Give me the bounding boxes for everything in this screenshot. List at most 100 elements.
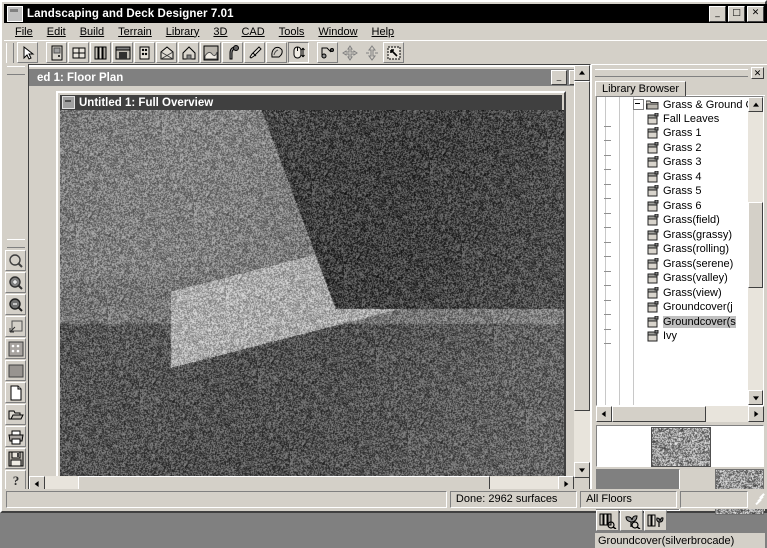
- menu-tools[interactable]: Tools: [272, 25, 312, 39]
- electrical-tool-button[interactable]: [134, 42, 155, 63]
- window-tool-button[interactable]: [68, 42, 89, 63]
- menu-build[interactable]: Build: [73, 25, 111, 39]
- mouse-orbit-tool-button[interactable]: [288, 42, 309, 63]
- library-tree-item[interactable]: Grass(field): [597, 213, 748, 228]
- select-region-tool-button[interactable]: [383, 42, 404, 63]
- vertical-scroll-thumb[interactable]: [574, 81, 590, 411]
- view-toolbar-grip[interactable]: [7, 66, 25, 75]
- zoom-in-tool-button[interactable]: [5, 272, 26, 293]
- library-tree-item-label: Fall Leaves: [663, 113, 719, 125]
- library-tree-root[interactable]: Grass & Ground C◂: [597, 97, 748, 112]
- library-tree-item[interactable]: Groundcover(s: [597, 315, 748, 330]
- mdi-client-area: ed 1: Floor Plan _ □ Untitled 1: Full Ov…: [28, 64, 591, 493]
- menu-cad[interactable]: CAD: [234, 25, 271, 39]
- scroll-up-button[interactable]: [574, 65, 590, 81]
- tree-scroll-track[interactable]: [748, 112, 763, 390]
- library-tree-item[interactable]: Groundcover(j: [597, 300, 748, 315]
- document-window[interactable]: Untitled 1: Full Overview: [56, 91, 566, 493]
- fireplace-tool-button[interactable]: [112, 42, 133, 63]
- library-close-button[interactable]: ✕: [751, 67, 764, 79]
- fill-window-tool-button[interactable]: [5, 316, 26, 337]
- background-minimize-button[interactable]: _: [551, 70, 567, 85]
- library-tree-item[interactable]: Grass(view): [597, 286, 748, 301]
- roof-tool-button[interactable]: [178, 42, 199, 63]
- menu-edit[interactable]: Edit: [40, 25, 73, 39]
- window-controls: _ □ ✕: [709, 6, 767, 22]
- scroll-down-button[interactable]: [574, 462, 590, 478]
- library-tree-item[interactable]: Grass(rolling): [597, 242, 748, 257]
- tree-hscroll-thumb[interactable]: [612, 406, 706, 422]
- camera-tool-button[interactable]: [317, 42, 338, 63]
- library-tree-item[interactable]: Grass 1: [597, 126, 748, 141]
- menu-window[interactable]: Window: [311, 25, 364, 39]
- tree-scroll-left-button[interactable]: [596, 406, 612, 422]
- library-tree-item[interactable]: Grass(serene): [597, 257, 748, 272]
- plant-finder-button[interactable]: [620, 510, 643, 531]
- tab-library-browser[interactable]: Library Browser: [595, 81, 686, 96]
- minimize-icon: _: [552, 71, 566, 83]
- open-plan-button[interactable]: [5, 404, 26, 425]
- color-swatch-tool-button[interactable]: [5, 360, 26, 381]
- framing-tool-button[interactable]: [156, 42, 177, 63]
- material-icon: [647, 113, 659, 125]
- library-tree-item-label: Groundcover(s: [663, 316, 736, 328]
- render-surface[interactable]: [60, 110, 564, 491]
- menu-terrain[interactable]: Terrain: [111, 25, 159, 39]
- move-tool-button[interactable]: [339, 42, 360, 63]
- tree-scroll-up-button[interactable]: [748, 97, 763, 112]
- library-tree-item[interactable]: Ivy: [597, 329, 748, 344]
- vertical-scroll-track[interactable]: [574, 81, 590, 462]
- toolbar-grip[interactable]: [6, 43, 14, 63]
- new-plan-button[interactable]: [5, 382, 26, 403]
- help-button[interactable]: ?: [5, 470, 26, 491]
- terrain-tool-button[interactable]: [200, 42, 221, 63]
- mdi-vertical-scrollbar[interactable]: [574, 65, 590, 478]
- menu-library[interactable]: Library: [159, 25, 207, 39]
- cabinet-tool-button[interactable]: [90, 42, 111, 63]
- library-tree-item[interactable]: Grass 4: [597, 170, 748, 185]
- library-tree-item[interactable]: Grass(valley): [597, 271, 748, 286]
- library-tree-item[interactable]: Fall Leaves: [597, 112, 748, 127]
- selected-material-name: Groundcover(silverbrocade): [595, 532, 765, 548]
- library-tree-item[interactable]: Grass(grassy): [597, 228, 748, 243]
- door-tool-button[interactable]: [46, 42, 67, 63]
- pointer-tool-button[interactable]: [17, 42, 38, 63]
- resize-tool-button[interactable]: [361, 42, 382, 63]
- category-icon: [646, 99, 659, 110]
- library-panel-grip[interactable]: [595, 69, 748, 77]
- library-tree-item[interactable]: Grass 5: [597, 184, 748, 199]
- add-to-library-button[interactable]: [644, 510, 667, 531]
- menu-3d[interactable]: 3D: [206, 25, 234, 39]
- tree-hscroll-track[interactable]: [612, 406, 748, 422]
- minimize-button[interactable]: _: [709, 6, 726, 22]
- texture-preview-thumbnail: [651, 427, 711, 467]
- tree-scroll-down-button[interactable]: [748, 390, 763, 405]
- reference-grid-tool-button[interactable]: [5, 338, 26, 359]
- library-tree-vertical-scrollbar[interactable]: [748, 97, 763, 405]
- eyedropper-tool-button[interactable]: [244, 42, 265, 63]
- menu-help[interactable]: Help: [365, 25, 402, 39]
- library-tree-item[interactable]: Grass 6: [597, 199, 748, 214]
- tree-scroll-right-button[interactable]: [748, 406, 764, 422]
- print-button[interactable]: [5, 426, 26, 447]
- render-canvas[interactable]: [60, 110, 564, 491]
- file-toolbar-grip[interactable]: [7, 239, 25, 248]
- tree-scroll-thumb[interactable]: [748, 202, 763, 288]
- collapse-icon[interactable]: [633, 99, 644, 110]
- library-tree[interactable]: Grass & Ground C◂Fall LeavesGrass 1Grass…: [596, 96, 764, 406]
- save-button[interactable]: [5, 448, 26, 469]
- library-tree-item[interactable]: Grass 3: [597, 155, 748, 170]
- zoom-tool-button[interactable]: [5, 250, 26, 271]
- library-tree-item[interactable]: Grass 2: [597, 141, 748, 156]
- library-search-button[interactable]: [596, 510, 619, 531]
- library-preview-strip[interactable]: [596, 425, 764, 467]
- library-tree-horizontal-scrollbar[interactable]: [596, 406, 764, 422]
- close-button[interactable]: ✕: [747, 6, 764, 22]
- menu-file[interactable]: File: [8, 25, 40, 39]
- plan-footprint-tool-button[interactable]: [266, 42, 287, 63]
- plant-tool-button[interactable]: [222, 42, 243, 63]
- maximize-button[interactable]: □: [728, 6, 745, 22]
- resize-grip[interactable]: [751, 492, 765, 506]
- zoom-out-tool-button[interactable]: [5, 294, 26, 315]
- library-tree-items[interactable]: Grass & Ground C◂Fall LeavesGrass 1Grass…: [597, 97, 748, 405]
